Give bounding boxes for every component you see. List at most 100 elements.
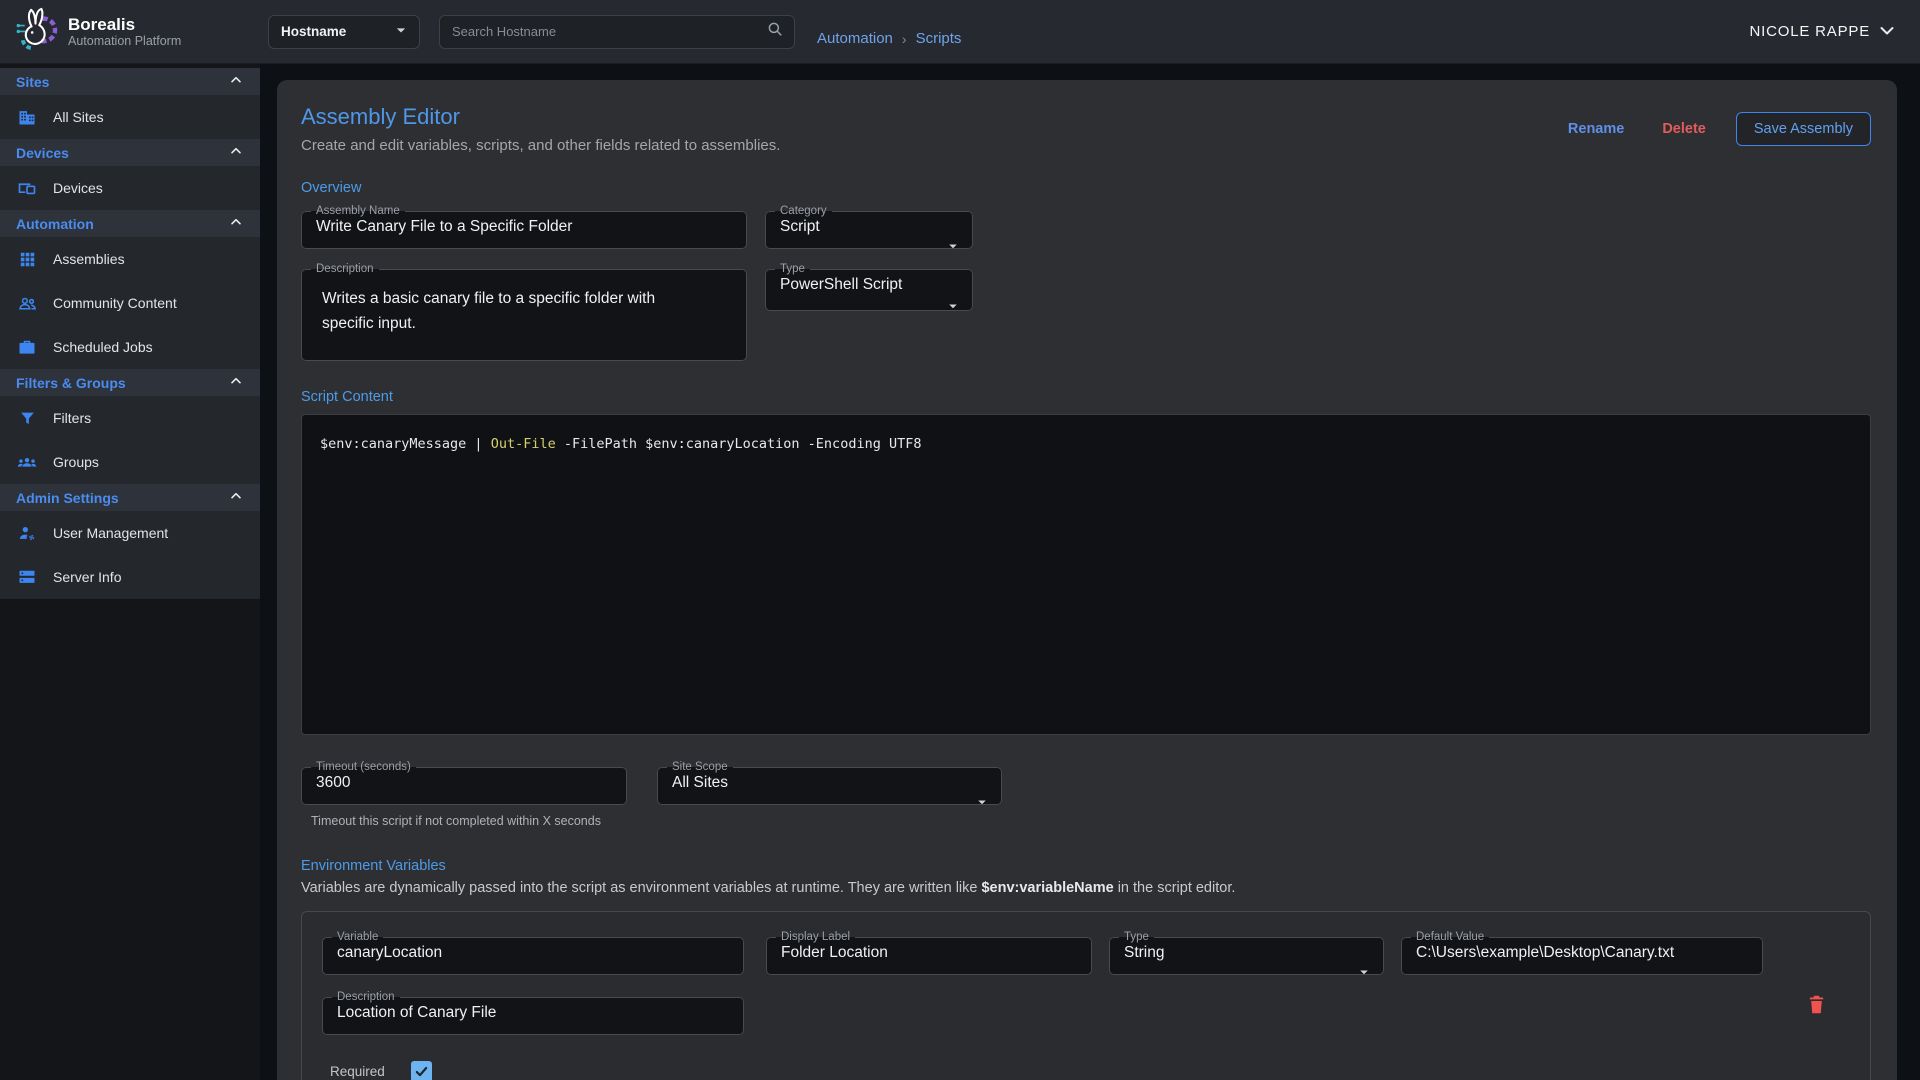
sidebar-section-devices[interactable]: Devices [0, 139, 260, 166]
sidebar-item-label: Devices [53, 180, 103, 196]
chevron-up-icon [228, 214, 244, 233]
search-icon [766, 20, 784, 43]
site-scope-select[interactable]: Site Scope All Sites [657, 761, 1002, 805]
script-code-line: $env:canaryMessage | Out-File -FilePath … [320, 436, 1852, 452]
env-variable-row: Variable canaryLocation Display Label Fo… [301, 911, 1871, 1080]
hostname-select[interactable]: Hostname [268, 15, 420, 49]
page-title: Assembly Editor [301, 104, 780, 130]
sidebar-item-filters[interactable]: Filters [0, 396, 260, 440]
sidebar-item-devices[interactable]: Devices [0, 166, 260, 210]
description-label: Description [311, 263, 379, 275]
sidebar-section-sites[interactable]: Sites [0, 68, 260, 95]
default-value-field[interactable]: Default Value C:\Users\example\Desktop\C… [1401, 931, 1763, 975]
sidebar-section-automation[interactable]: Automation [0, 210, 260, 237]
timeout-value: 3600 [302, 773, 626, 801]
brand-name: Borealis [68, 15, 181, 35]
sidebar-section-label: Filters & Groups [16, 375, 126, 391]
timeout-helper-text: Timeout this script if not completed wit… [311, 814, 627, 828]
chevron-up-icon [228, 373, 244, 392]
sidebar-section-admin-settings[interactable]: Admin Settings [0, 484, 260, 511]
building-icon [16, 107, 38, 127]
main-content: Assembly Editor Create and edit variable… [260, 64, 1920, 1080]
breadcrumb-automation[interactable]: Automation [817, 30, 893, 47]
borealis-rabbit-logo-icon [12, 6, 59, 58]
chevron-up-icon [228, 72, 244, 91]
default-value-value: C:\Users\example\Desktop\Canary.txt [1402, 943, 1762, 971]
sidebar-item-community-content[interactable]: Community Content [0, 281, 260, 325]
script-code-editor[interactable]: $env:canaryMessage | Out-File -FilePath … [301, 414, 1871, 735]
variable-name-value: canaryLocation [323, 943, 743, 971]
variable-name-field[interactable]: Variable canaryLocation [322, 931, 744, 975]
sidebar-item-assemblies[interactable]: Assemblies [0, 237, 260, 281]
sidebar-section-label: Admin Settings [16, 490, 119, 506]
sidebar-item-all-sites[interactable]: All Sites [0, 95, 260, 139]
caret-down-icon [391, 20, 411, 43]
sidebar-section-label: Sites [16, 74, 49, 90]
required-checkbox[interactable] [411, 1061, 432, 1080]
sidebar-section-label: Automation [16, 216, 94, 232]
sidebar-item-server-info[interactable]: Server Info [0, 555, 260, 599]
sidebar-item-label: Assemblies [53, 251, 125, 267]
search-input[interactable] [452, 24, 766, 39]
variable-type-label: Type [1119, 931, 1154, 943]
description-field[interactable]: Description Writes a basic canary file t… [301, 263, 747, 361]
breadcrumb-scripts[interactable]: Scripts [916, 30, 962, 47]
env-vars-section-label: Environment Variables [301, 858, 1871, 874]
timeout-label: Timeout (seconds) [311, 761, 416, 773]
sidebar-item-label: Community Content [53, 295, 177, 311]
search-box [439, 15, 795, 49]
timeout-field[interactable]: Timeout (seconds) 3600 [301, 761, 627, 805]
trash-icon [1807, 1003, 1826, 1018]
sidebar-section-filters-groups[interactable]: Filters & Groups [0, 369, 260, 396]
sidebar-item-label: Filters [53, 410, 91, 426]
briefcase-icon [16, 337, 38, 357]
caret-down-icon [944, 237, 962, 260]
script-section-label: Script Content [301, 389, 1871, 405]
site-scope-label: Site Scope [667, 761, 733, 773]
grid-icon [16, 250, 38, 269]
description-value: Writes a basic canary file to a specific… [302, 275, 746, 337]
display-label-value: Folder Location [767, 943, 1091, 971]
sidebar-item-label: Scheduled Jobs [53, 339, 153, 355]
variable-description-label: Description [332, 991, 400, 1003]
save-assembly-button[interactable]: Save Assembly [1736, 112, 1871, 146]
category-label: Category [775, 205, 832, 217]
chevron-up-icon [228, 488, 244, 507]
server-icon [16, 567, 38, 587]
rename-button[interactable]: Rename [1560, 115, 1632, 143]
delete-variable-button[interactable] [1807, 994, 1826, 1018]
user-menu[interactable]: NICOLE RAPPE [1750, 23, 1894, 41]
sidebar-item-user-management[interactable]: User Management [0, 511, 260, 555]
topbar: Borealis Automation Platform Hostname Au… [0, 0, 1920, 64]
sidebar-item-scheduled-jobs[interactable]: Scheduled Jobs [0, 325, 260, 369]
sidebar-item-label: User Management [53, 525, 168, 541]
assembly-name-field[interactable]: Assembly Name Write Canary File to a Spe… [301, 205, 747, 249]
overview-section-label: Overview [301, 180, 1871, 196]
assembly-name-label: Assembly Name [311, 205, 405, 217]
assembly-name-value: Write Canary File to a Specific Folder [302, 217, 746, 245]
site-scope-value: All Sites [658, 773, 1001, 801]
delete-button[interactable]: Delete [1654, 115, 1714, 143]
category-select[interactable]: Category Script [765, 205, 973, 249]
display-label-field[interactable]: Display Label Folder Location [766, 931, 1092, 975]
caret-down-icon [973, 793, 991, 816]
variable-name-label: Variable [332, 931, 383, 943]
user-gear-icon [16, 523, 38, 543]
caret-down-icon [944, 297, 962, 320]
variable-type-select[interactable]: Type String [1109, 931, 1384, 975]
groups-icon [16, 451, 38, 473]
env-vars-description: Variables are dynamically passed into th… [301, 880, 1871, 896]
variable-description-field[interactable]: Description Location of Canary File [322, 991, 744, 1035]
hostname-select-value: Hostname [281, 24, 346, 39]
default-value-label: Default Value [1411, 931, 1489, 943]
type-label: Type [775, 263, 810, 275]
devices-icon [16, 178, 38, 198]
sidebar: Sites All Sites Devices Devices Automati… [0, 64, 260, 1080]
brand: Borealis Automation Platform [0, 6, 260, 58]
breadcrumb-separator: › [902, 31, 907, 47]
type-select[interactable]: Type PowerShell Script [765, 263, 973, 311]
sidebar-item-groups[interactable]: Groups [0, 440, 260, 484]
breadcrumb: Automation › Scripts [817, 30, 961, 47]
assembly-editor-card: Assembly Editor Create and edit variable… [277, 80, 1897, 1080]
filter-icon [16, 409, 38, 428]
